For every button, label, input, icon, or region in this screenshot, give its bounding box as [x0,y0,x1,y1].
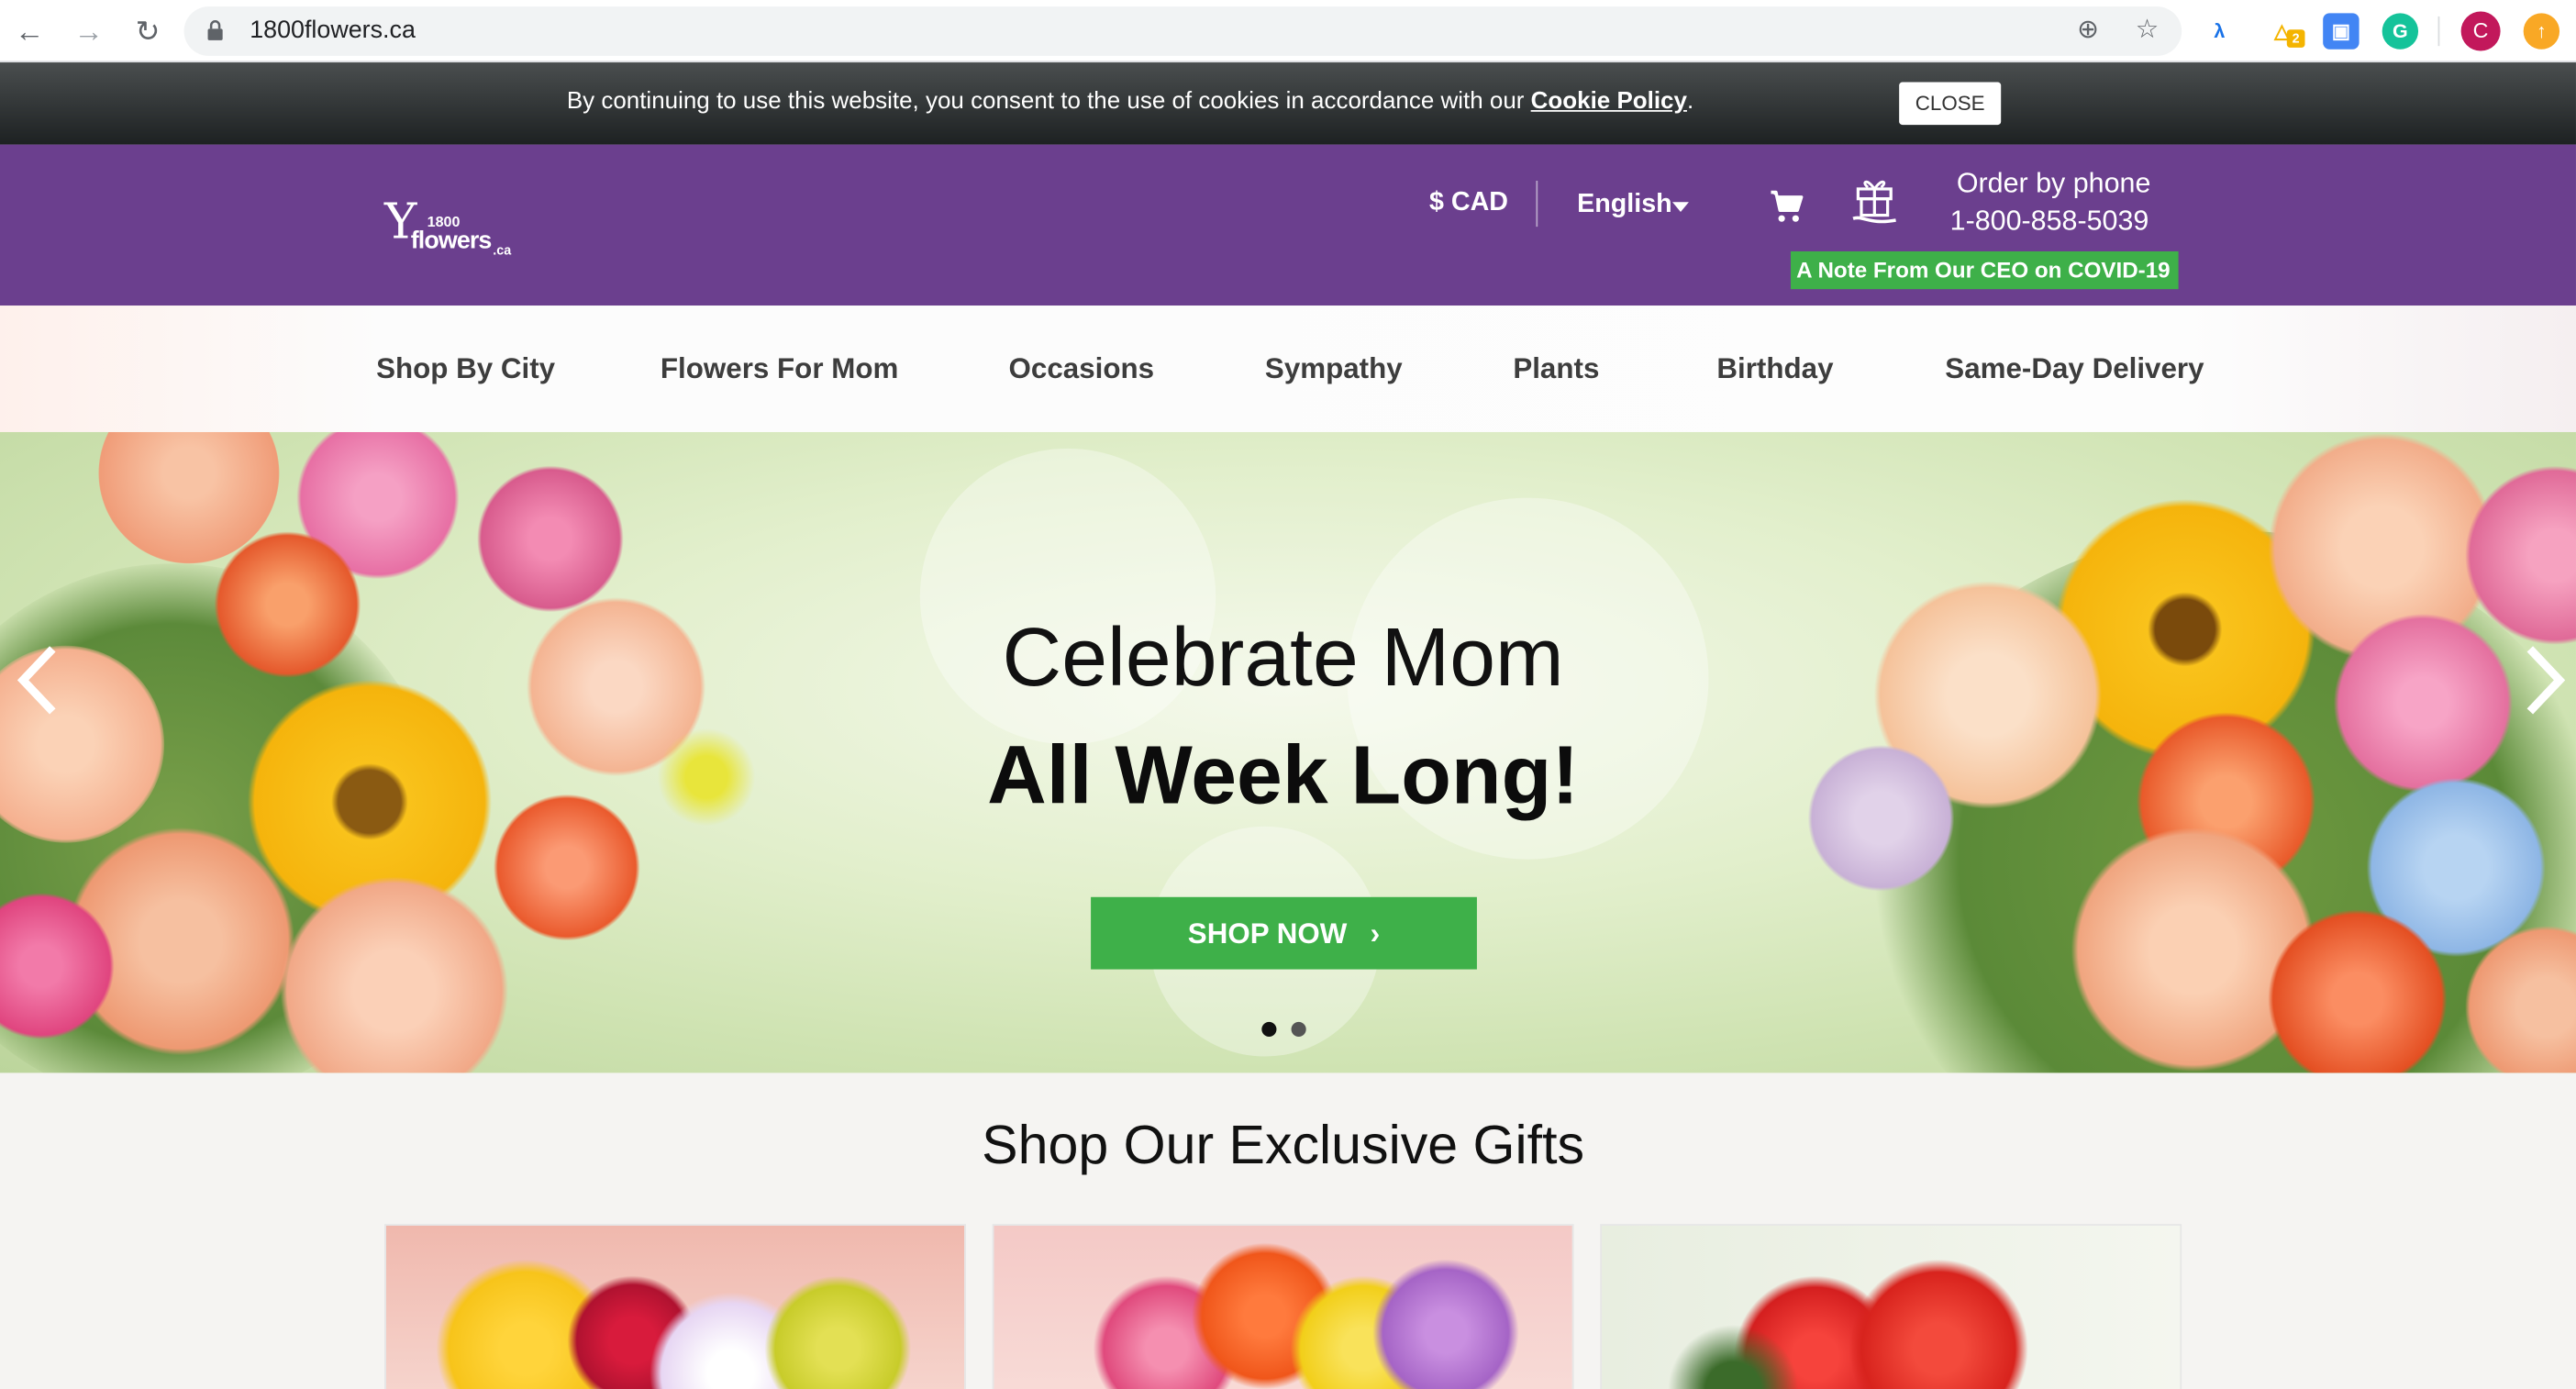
language-selector[interactable]: English [1577,191,1671,220]
lock-icon [207,20,223,40]
nav-item-flowers-for-mom[interactable]: Flowers For Mom [661,351,898,386]
product-card-1[interactable] [384,1224,966,1389]
nav-item-shop-by-city[interactable]: Shop By City [376,351,555,386]
cookie-text: By continuing to use this website, you c… [566,88,1531,116]
hero-carousel: Celebrate Mom All Week Long! SHOP NOW › [0,431,2576,1073]
cookie-message: By continuing to use this website, you c… [567,89,1693,116]
logo-word: flowers [410,227,493,255]
nav-item-sympathy[interactable]: Sympathy [1265,351,1403,386]
toolbar-divider [2437,16,2440,47]
cookie-close-button[interactable]: CLOSE [1899,82,2002,126]
shop-now-label: SHOP NOW [1187,917,1348,950]
caret-down-icon[interactable] [1672,202,1689,213]
nav-item-plants[interactable]: Plants [1513,351,1599,386]
section-heading: Shop Our Exclusive Gifts [982,1114,1585,1175]
currency-selector[interactable]: $ CAD [1429,189,1508,218]
chevron-right-icon[interactable] [2520,642,2576,717]
main-navigation: Shop By City Flowers For Mom Occasions S… [0,306,2576,432]
hero-heading: Celebrate Mom [1002,611,1564,704]
cookie-suffix: . [1686,88,1694,116]
extension-badge: 2 [2286,29,2305,48]
nav-item-same-day-delivery[interactable]: Same-Day Delivery [1945,351,2204,386]
window-icon[interactable]: ▣ [2323,13,2359,50]
page-root: ← → ↻ 1800flowers.ca ⊕ ☆ λ △ 2 ▣ G C ↑ B… [0,0,2576,1389]
forward-icon[interactable]: → [69,12,108,51]
order-by-phone-label: Order by phone [1956,167,2151,199]
ceo-covid-note-link[interactable]: A Note From Our CEO on COVID-19 [1790,250,2179,290]
order-phone-number[interactable]: 1-800-858-5039 [1950,206,2149,239]
url-text: 1800flowers.ca [250,16,416,45]
site-header: Y 1800 flowers .ca $ CAD English Order b… [0,144,2576,306]
browser-toolbar: ← → ↻ 1800flowers.ca ⊕ ☆ λ △ 2 ▣ G C ↑ [0,0,2576,63]
chevron-left-icon[interactable] [6,642,62,717]
cookie-banner: By continuing to use this website, you c… [0,62,2576,145]
gift-icon[interactable] [1849,174,1899,230]
chevron-right-icon: › [1370,917,1381,950]
cookie-policy-link[interactable]: Cookie Policy [1531,89,1687,116]
carousel-dot-2[interactable] [1291,1021,1306,1037]
back-icon[interactable]: ← [10,12,50,51]
carousel-dot-1[interactable] [1261,1021,1277,1037]
reload-icon[interactable]: ↻ [128,12,168,51]
hero-subheading: All Week Long! [987,729,1580,822]
product-card-3[interactable] [1600,1224,2182,1389]
extension-icon[interactable]: λ [2202,13,2237,49]
profile-avatar[interactable]: C [2460,11,2501,51]
site-logo[interactable]: Y 1800 flowers .ca [381,194,518,260]
address-bar[interactable]: 1800flowers.ca ⊕ ☆ [183,6,2182,56]
grammarly-icon[interactable]: G [2382,13,2419,50]
star-icon[interactable]: ☆ [2132,17,2161,46]
update-icon[interactable]: ↑ [2523,13,2560,50]
product-card-2[interactable] [992,1224,1574,1389]
cart-icon[interactable] [1768,187,1807,227]
logo-suffix: .ca [493,243,512,259]
shop-now-button[interactable]: SHOP NOW › [1091,896,1477,970]
nav-item-occasions[interactable]: Occasions [1009,351,1155,386]
add-icon[interactable]: ⊕ [2073,17,2103,46]
header-divider [1536,180,1538,228]
nav-item-birthday[interactable]: Birthday [1716,351,1833,386]
drive-icon[interactable]: △ 2 [2264,13,2305,49]
